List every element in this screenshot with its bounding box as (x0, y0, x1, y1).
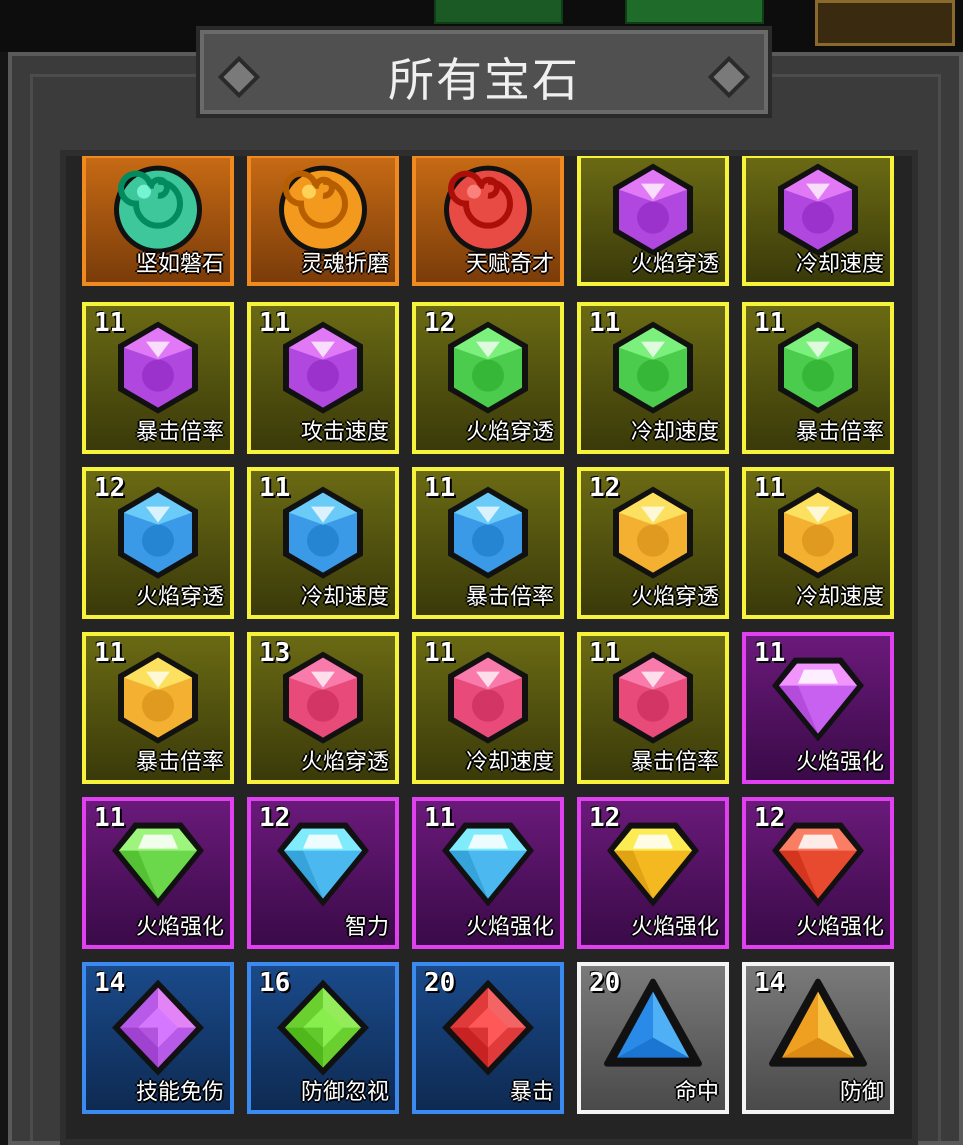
gem-name: 火焰穿透 (630, 252, 719, 277)
gem-slot[interactable]: 11 攻击速度 (247, 302, 399, 454)
gem-slot[interactable]: 11 冷却速度 (577, 302, 729, 454)
gem-grid[interactable]: 坚如磐石 灵魂折磨 天赋奇才 火焰穿透 冷却速度 11 暴击倍率 11 攻击速度 (60, 150, 918, 1145)
gem-name: 天赋奇才 (465, 252, 554, 277)
gem-slot[interactable]: 坚如磐石 (82, 156, 234, 286)
gem-name: 暴击倍率 (630, 750, 719, 775)
title-bar: 所有宝石 (196, 26, 772, 118)
gem-slot[interactable]: 12 火焰强化 (577, 797, 729, 949)
gem-level: 12 (589, 473, 621, 503)
gem-name: 暴击倍率 (795, 420, 884, 445)
gem-name: 技能免伤 (135, 1080, 224, 1105)
gem-level: 11 (589, 308, 621, 338)
gem-slot[interactable]: 12 火焰穿透 (577, 467, 729, 619)
gem-name: 暴击倍率 (135, 420, 224, 445)
gem-name: 火焰穿透 (135, 585, 224, 610)
gem-level: 12 (424, 308, 456, 338)
gem-level: 14 (754, 968, 786, 998)
gem-level: 20 (589, 968, 621, 998)
gem-slot[interactable]: 12 火焰穿透 (82, 467, 234, 619)
gem-level: 11 (424, 473, 456, 503)
gem-name: 智力 (344, 915, 389, 940)
gem-level: 12 (754, 803, 786, 833)
gem-name: 坚如磐石 (135, 252, 224, 277)
gem-name: 火焰穿透 (300, 750, 389, 775)
gem-level: 11 (259, 308, 291, 338)
page-title: 所有宝石 (388, 53, 580, 107)
gem-name: 火焰强化 (135, 915, 224, 940)
gem-name: 火焰强化 (630, 915, 719, 940)
gem-name: 火焰穿透 (465, 420, 554, 445)
gem-slot[interactable]: 20 暴击 (412, 962, 564, 1114)
gem-name: 命中 (674, 1080, 719, 1105)
gem-slot[interactable]: 11 暴击倍率 (742, 302, 894, 454)
gem-level: 12 (589, 803, 621, 833)
gem-name: 冷却速度 (630, 420, 719, 445)
gem-level: 11 (424, 638, 456, 668)
gem-level: 11 (94, 803, 126, 833)
gem-slot[interactable]: 冷却速度 (742, 156, 894, 286)
gem-level: 11 (259, 473, 291, 503)
gem-name: 冷却速度 (795, 252, 884, 277)
gem-level: 11 (94, 638, 126, 668)
gem-name: 灵魂折磨 (300, 252, 389, 277)
gem-level: 14 (94, 968, 126, 998)
gem-level: 13 (259, 638, 291, 668)
gem-name: 火焰强化 (795, 750, 884, 775)
gem-level: 20 (424, 968, 456, 998)
gem-slot[interactable]: 16 防御忽视 (247, 962, 399, 1114)
gem-name: 冷却速度 (465, 750, 554, 775)
gem-level: 11 (754, 308, 786, 338)
gem-slot[interactable]: 11 火焰强化 (82, 797, 234, 949)
gem-name: 攻击速度 (300, 420, 389, 445)
gem-slot[interactable]: 13 火焰穿透 (247, 632, 399, 784)
gem-level: 16 (259, 968, 291, 998)
top-tab-green-2[interactable] (625, 0, 764, 24)
gem-slot[interactable]: 20 命中 (577, 962, 729, 1114)
gem-slot[interactable]: 12 智力 (247, 797, 399, 949)
gem-slot[interactable]: 灵魂折磨 (247, 156, 399, 286)
gem-name: 火焰强化 (795, 915, 884, 940)
gem-level: 11 (589, 638, 621, 668)
gem-name: 火焰穿透 (630, 585, 719, 610)
gem-slot[interactable]: 11 火焰强化 (742, 632, 894, 784)
gem-slot[interactable]: 11 冷却速度 (247, 467, 399, 619)
gem-slot[interactable]: 11 暴击倍率 (82, 632, 234, 784)
gem-slot[interactable]: 11 火焰强化 (412, 797, 564, 949)
gem-slot[interactable]: 天赋奇才 (412, 156, 564, 286)
gem-name: 冷却速度 (300, 585, 389, 610)
gem-name: 火焰强化 (465, 915, 554, 940)
gem-level: 12 (94, 473, 126, 503)
gem-slot[interactable]: 11 冷却速度 (412, 632, 564, 784)
gem-level: 12 (259, 803, 291, 833)
top-tab-green-1[interactable] (434, 0, 563, 24)
gem-name: 暴击 (509, 1080, 554, 1105)
gem-level: 11 (754, 473, 786, 503)
gem-slot[interactable]: 11 冷却速度 (742, 467, 894, 619)
gem-slot[interactable]: 12 火焰穿透 (412, 302, 564, 454)
gem-level: 11 (94, 308, 126, 338)
gem-name: 防御 (839, 1080, 884, 1105)
top-tab-item-slot[interactable] (815, 0, 955, 46)
gem-name: 防御忽视 (300, 1080, 389, 1105)
gem-level: 11 (754, 638, 786, 668)
gem-slot[interactable]: 14 技能免伤 (82, 962, 234, 1114)
gem-slot[interactable]: 11 暴击倍率 (412, 467, 564, 619)
gem-slot[interactable]: 11 暴击倍率 (577, 632, 729, 784)
gem-name: 冷却速度 (795, 585, 884, 610)
gem-slot[interactable]: 14 防御 (742, 962, 894, 1114)
gem-name: 暴击倍率 (135, 750, 224, 775)
gem-level: 11 (424, 803, 456, 833)
gem-slot[interactable]: 11 暴击倍率 (82, 302, 234, 454)
gem-slot[interactable]: 12 火焰强化 (742, 797, 894, 949)
gem-slot[interactable]: 火焰穿透 (577, 156, 729, 286)
gem-name: 暴击倍率 (465, 585, 554, 610)
